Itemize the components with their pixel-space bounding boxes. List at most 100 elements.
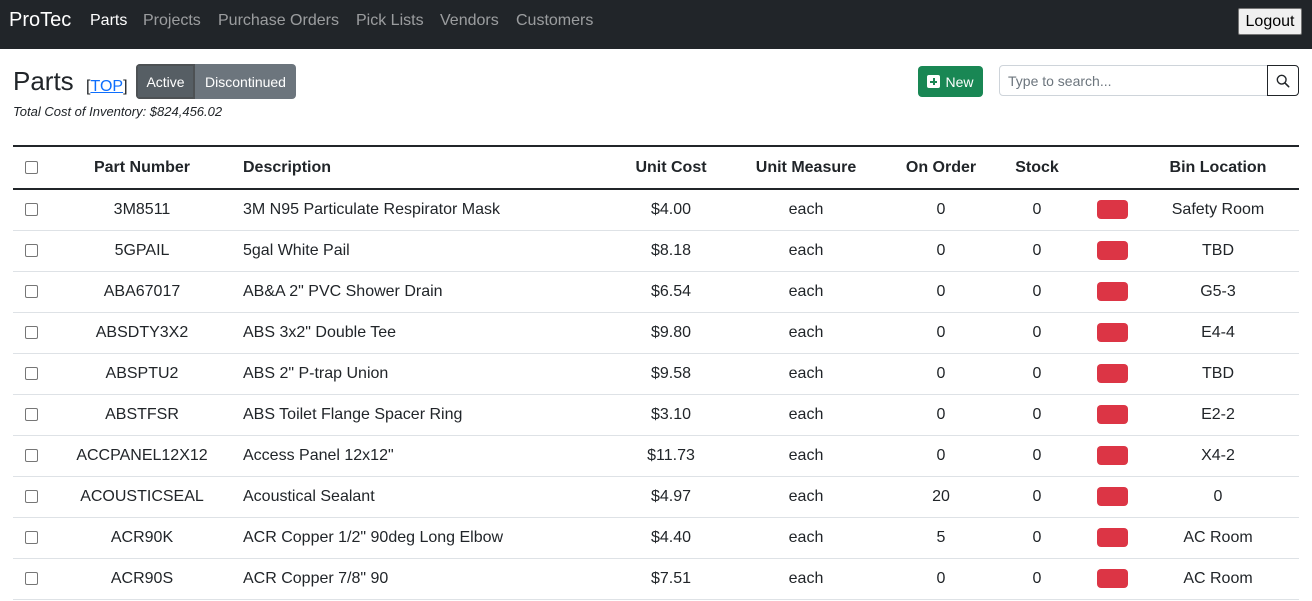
- description-cell: Acoustical Sealant: [243, 487, 375, 505]
- select-all-checkbox[interactable]: [24, 160, 38, 174]
- row-checkbox[interactable]: [24, 489, 38, 503]
- filter-active-button[interactable]: Active: [136, 64, 195, 99]
- bin-location-cell: AC Room: [1183, 569, 1253, 587]
- table-row[interactable]: ACR90S ACR Copper 7/8" 90 $7.51 each 0 0 AC Ro…: [13, 558, 1299, 599]
- low-stock-badge: [1096, 528, 1128, 547]
- parts-table-wrapper: Part Number Description Unit Cost Unit M…: [13, 145, 1299, 600]
- col-bin-location[interactable]: Bin Location: [1137, 146, 1299, 189]
- row-select-cell: [13, 271, 49, 312]
- row-checkbox[interactable]: [24, 284, 38, 298]
- unit-cost-cell: $7.51: [650, 569, 692, 587]
- on-order-cell: 20: [932, 487, 950, 505]
- new-part-button[interactable]: New: [918, 66, 983, 97]
- part-number-cell[interactable]: ABSPTU2: [49, 353, 235, 394]
- on-order-cell: 5: [936, 528, 946, 546]
- part-number-cell[interactable]: ACOUSTICSEAL: [49, 476, 235, 517]
- table-row[interactable]: ABA67017 AB&A 2" PVC Shower Drain $6.54 eac…: [13, 271, 1299, 312]
- unit-measure-cell: each: [788, 569, 824, 587]
- table-row[interactable]: ACR90K ACR Copper 1/2" 90deg Long Elbow $4…: [13, 517, 1299, 558]
- description-cell: AB&A 2" PVC Shower Drain: [243, 282, 443, 300]
- row-select-cell: [13, 312, 49, 353]
- col-unit-measure[interactable]: Unit Measure: [717, 146, 895, 189]
- unit-cost-cell: $3.10: [650, 405, 692, 423]
- bin-location-cell: G5-3: [1200, 282, 1236, 300]
- table-row[interactable]: ACOUSTICSEAL Acoustical Sealant $4.97 each 2…: [13, 476, 1299, 517]
- nav-projects[interactable]: Projects: [143, 12, 201, 30]
- row-select-cell: [13, 558, 49, 599]
- nav-parts[interactable]: Parts: [90, 12, 127, 30]
- unit-measure-cell: each: [788, 364, 824, 382]
- part-number-cell[interactable]: ABSDTY3X2: [49, 312, 235, 353]
- bin-location-cell: 0: [1213, 487, 1223, 505]
- part-number-cell[interactable]: ACCPANEL12X12: [49, 435, 235, 476]
- stock-cell: 0: [1032, 241, 1042, 259]
- col-description[interactable]: Description: [235, 146, 625, 189]
- row-checkbox[interactable]: [24, 366, 38, 380]
- row-checkbox[interactable]: [24, 571, 38, 585]
- description-cell: ABS 2" P-trap Union: [243, 364, 389, 382]
- table-row[interactable]: ACCPANEL12X12 Access Panel 12x12" $11.73 ea…: [13, 435, 1299, 476]
- part-number-cell[interactable]: ACR90S: [49, 558, 235, 599]
- stock-cell: 0: [1032, 487, 1042, 505]
- on-order-cell: 0: [936, 569, 946, 587]
- row-checkbox[interactable]: [24, 448, 38, 462]
- low-stock-badge: [1096, 405, 1128, 424]
- search-input[interactable]: [999, 65, 1268, 96]
- part-number-cell[interactable]: ABA67017: [49, 271, 235, 312]
- row-select-cell: [13, 230, 49, 271]
- search-icon: [1276, 74, 1290, 87]
- search-button[interactable]: [1267, 65, 1299, 96]
- bin-location-cell: TBD: [1202, 241, 1234, 259]
- table-row[interactable]: ABSDTY3X2 ABS 3x2" Double Tee $9.80 each 0 0 E…: [13, 312, 1299, 353]
- brand-logo[interactable]: ProTec: [9, 9, 71, 32]
- part-number-cell[interactable]: 5GPAIL: [49, 230, 235, 271]
- stock-indicator-cell: [1087, 476, 1137, 517]
- part-number-cell[interactable]: 3M8511: [49, 189, 235, 230]
- stock-cell: 0: [1032, 446, 1042, 464]
- col-on-order[interactable]: On Order: [895, 146, 987, 189]
- bin-location-cell: AC Room: [1183, 528, 1253, 546]
- description-cell: Access Panel 12x12": [243, 446, 394, 464]
- low-stock-badge: [1096, 364, 1128, 383]
- on-order-cell: 0: [936, 282, 946, 300]
- row-checkbox[interactable]: [24, 325, 38, 339]
- filter-discontinued-button[interactable]: Discontinued: [195, 64, 296, 99]
- logout-button[interactable]: Logout: [1238, 8, 1302, 35]
- bin-location-cell: X4-2: [1201, 446, 1235, 464]
- stock-indicator-cell: [1087, 230, 1137, 271]
- unit-cost-cell: $11.73: [647, 446, 695, 464]
- description-cell: 5gal White Pail: [243, 241, 350, 259]
- nav-customers[interactable]: Customers: [516, 12, 593, 30]
- row-checkbox[interactable]: [24, 407, 38, 421]
- nav-vendors[interactable]: Vendors: [440, 12, 499, 30]
- unit-measure-cell: each: [788, 487, 824, 505]
- low-stock-badge: [1096, 487, 1128, 506]
- select-all-cell: [13, 146, 49, 189]
- unit-cost-cell: $8.18: [650, 241, 692, 259]
- part-number-cell[interactable]: ABSTFSR: [49, 394, 235, 435]
- row-select-cell: [13, 435, 49, 476]
- col-stock[interactable]: Stock: [987, 146, 1087, 189]
- row-checkbox[interactable]: [24, 203, 38, 217]
- low-stock-badge: [1096, 200, 1128, 220]
- bin-location-cell: TBD: [1202, 364, 1234, 382]
- table-row[interactable]: ABSTFSR ABS Toilet Flange Spacer Ring $3.1…: [13, 394, 1299, 435]
- nav-purchase-orders[interactable]: Purchase Orders: [218, 12, 339, 30]
- table-row[interactable]: 5GPAIL 5gal White Pail $8.18 each 0 0 TBD: [13, 230, 1299, 271]
- row-checkbox[interactable]: [24, 243, 38, 257]
- stock-indicator-cell: [1087, 558, 1137, 599]
- table-row[interactable]: 3M8511 3M N95 Particulate Respirator Mask…: [13, 189, 1299, 230]
- row-checkbox[interactable]: [24, 530, 38, 544]
- part-number-cell[interactable]: ACR90K: [49, 517, 235, 558]
- stock-indicator-cell: [1087, 353, 1137, 394]
- top-link[interactable]: TOP: [90, 78, 123, 95]
- nav-pick-lists[interactable]: Pick Lists: [356, 12, 424, 30]
- row-select-cell: [13, 394, 49, 435]
- description-cell: ACR Copper 7/8" 90: [243, 569, 389, 587]
- table-row[interactable]: ABSPTU2 ABS 2" P-trap Union $9.58 each 0 0 TBD: [13, 353, 1299, 394]
- col-unit-cost[interactable]: Unit Cost: [625, 146, 717, 189]
- description-cell: ABS 3x2" Double Tee: [243, 323, 397, 341]
- col-part-number[interactable]: Part Number: [49, 146, 235, 189]
- stock-indicator-cell: [1087, 394, 1137, 435]
- on-order-cell: 0: [936, 446, 946, 464]
